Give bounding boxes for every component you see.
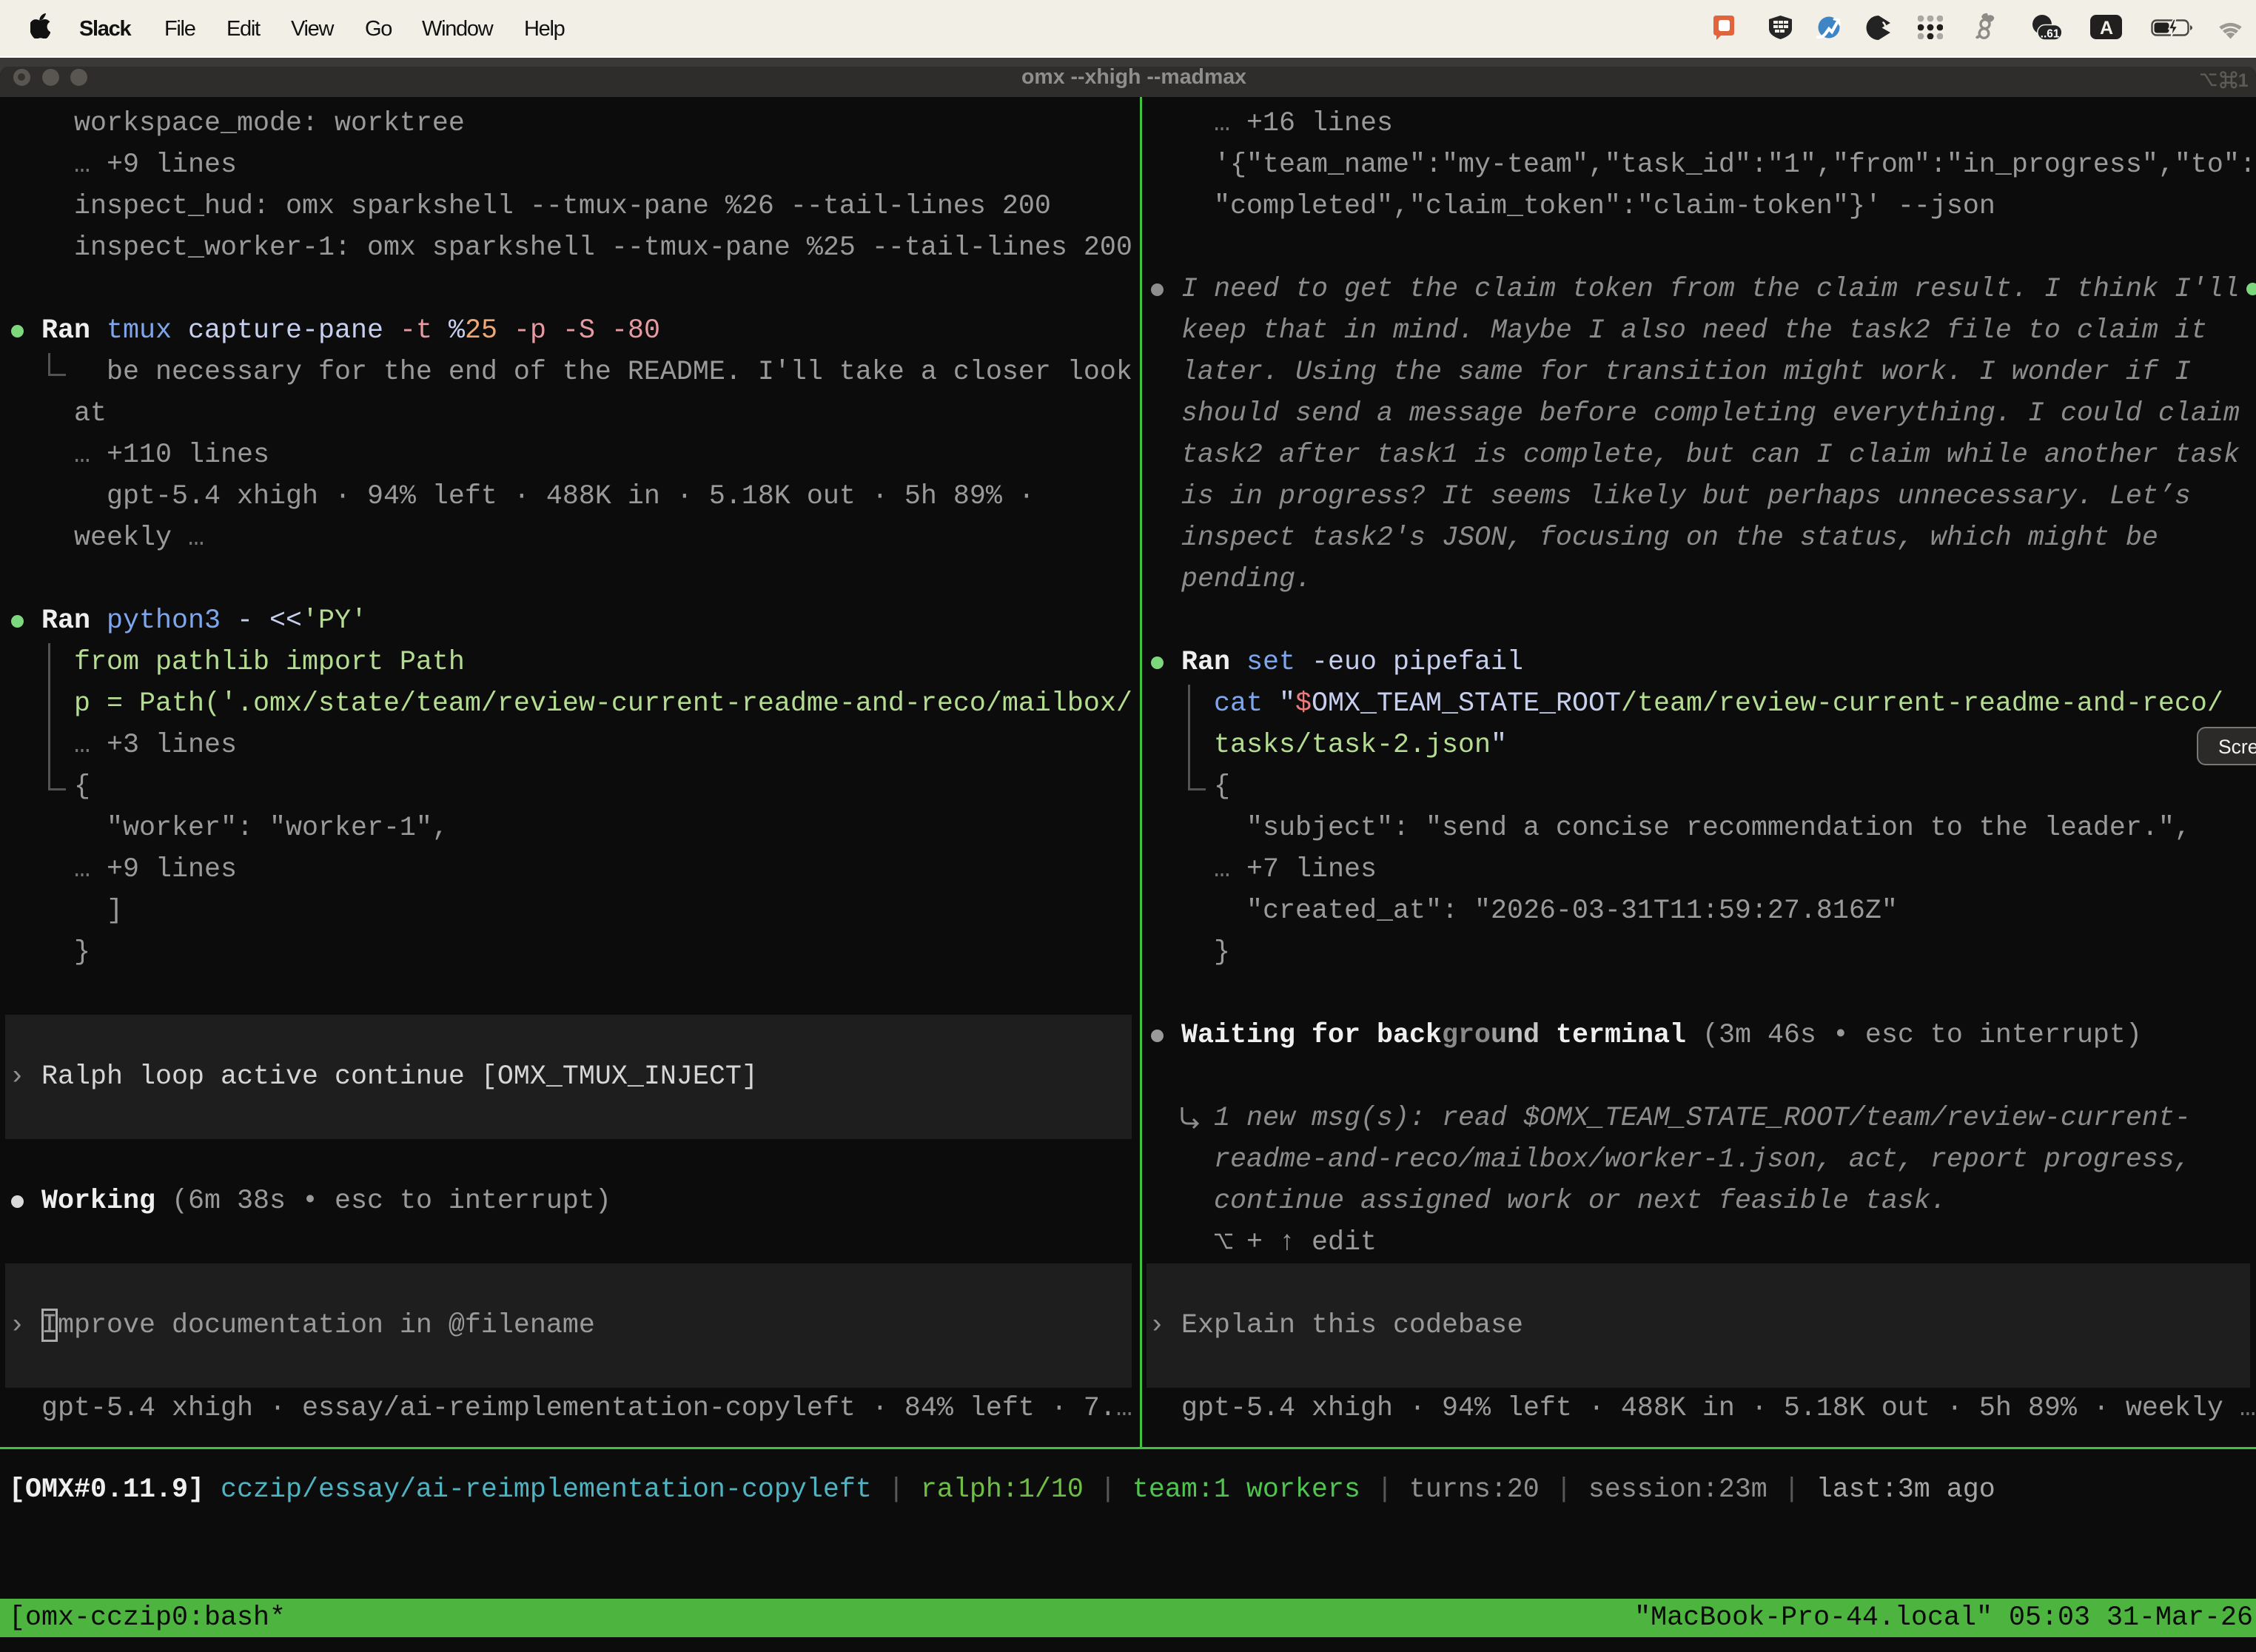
svg-text:1: 1 (2238, 71, 2249, 90)
svg-text:..61: ..61 (2041, 28, 2060, 41)
svg-text:A: A (2100, 18, 2113, 38)
